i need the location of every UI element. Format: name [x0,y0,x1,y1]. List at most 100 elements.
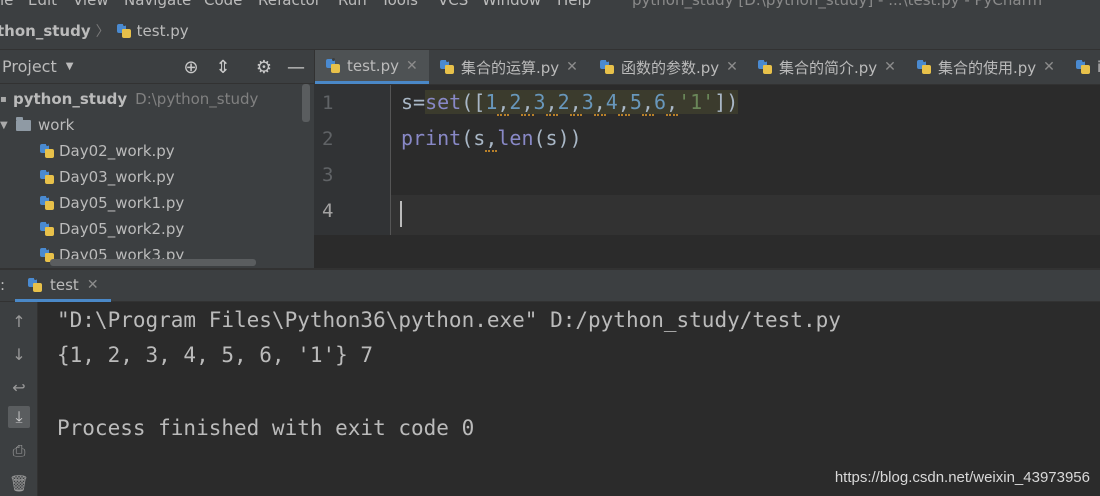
project-panel-header: Project ▼ ⊕ ⇕ ⚙ — [0,50,314,84]
code-editor[interactable]: 1 2 3 4 s=set([1,2,3,2,3,4,5,6,'1']) pri… [314,85,1100,268]
tree-root-name: python_study [13,90,128,108]
arrow-down-icon[interactable]: ↓ [8,343,30,365]
folder-icon [16,116,31,131]
tab-label: 集合的简介.py [779,58,878,77]
menu-vcs[interactable]: VCS [438,0,468,9]
window-title: python_study [D:\python_study] - ...\tes… [632,0,1043,9]
close-icon[interactable]: ✕ [406,58,418,74]
breadcrumb-file[interactable]: test.py [137,22,189,40]
tree-file-label: Day03_work.py [59,168,175,186]
run-panel-header: : test ✕ [0,270,1100,302]
project-tree: ▪ python_study D:\python_study ▼ work Da… [0,84,314,268]
breadcrumb: thon_study 〉 test.py [0,12,1100,50]
text-caret [400,201,402,227]
menu-edit[interactable]: Edit [28,0,57,9]
breadcrumb-separator-icon: 〉 [95,23,110,40]
tab-test-py[interactable]: test.py ✕ [315,50,429,84]
tree-item-file[interactable]: Day05_work1.py [39,190,184,216]
close-icon[interactable]: ✕ [1043,59,1055,75]
close-icon[interactable]: ✕ [566,59,578,75]
menu-refactor[interactable]: Refactor [258,0,321,9]
tab-set-usage[interactable]: 集合的使用.py ✕ [906,50,1065,84]
run-tab-label: test [50,275,79,294]
menu-tools[interactable]: Tools [381,0,418,9]
python-file-icon [757,59,773,75]
run-toolbar: ↑ ↓ ↩ ⤓ ⎙ 🗑 [0,302,38,496]
python-file-icon [599,59,615,75]
tree-item-work-folder[interactable]: ▼ work [0,112,74,138]
line-number: 4 [322,200,334,222]
python-file-icon [1075,59,1091,75]
project-view-selector[interactable]: Project [2,57,57,76]
run-console[interactable]: "D:\Program Files\Python36\python.exe" D… [38,302,1100,496]
code-line-2[interactable]: print(s,len(s)) [401,126,582,152]
close-icon[interactable]: ✕ [726,59,738,75]
menu-view[interactable]: View [73,0,109,9]
python-file-icon [39,143,55,159]
vertical-scrollbar[interactable] [302,84,310,122]
locate-file-icon[interactable]: ⊕ [180,56,202,78]
python-icon [27,276,43,293]
tree-file-label: Day02_work.py [59,142,175,160]
tab-label: test.py [347,56,399,75]
run-tab-test[interactable]: test ✕ [15,270,111,302]
scroll-to-end-icon[interactable]: ⤓ [8,406,30,428]
menu-file[interactable]: le [0,0,13,9]
chevron-down-icon[interactable]: ▼ [66,61,74,72]
watermark-text: https://blog.csdn.net/weixin_43973956 [834,469,1090,486]
menu-run[interactable]: Run [338,0,367,9]
gear-icon[interactable]: ⚙ [253,56,275,78]
tree-item-file[interactable]: Day02_work.py [39,138,175,164]
line-number-gutter: 1 2 3 4 [314,85,391,235]
tab-label: 集合的使用.py [938,58,1037,77]
python-file-icon [439,59,455,75]
line-number: 2 [322,128,334,150]
python-file-icon [325,57,341,74]
tab-overflow[interactable]: i [1065,50,1100,84]
menu-code[interactable]: Code [204,0,242,9]
code-line-1[interactable]: s=set([1,2,3,2,3,4,5,6,'1']) [401,90,739,116]
console-line: {1, 2, 3, 4, 5, 6, '1'} 7 [57,343,374,367]
horizontal-scrollbar[interactable] [50,259,256,266]
tree-file-label: Day05_work2.py [59,220,185,238]
tab-set-intro[interactable]: 集合的简介.py ✕ [747,50,906,84]
arrow-up-icon[interactable]: ↑ [8,310,30,332]
editor-empty-area[interactable] [314,235,1100,268]
collapse-all-icon[interactable]: ⇕ [212,56,234,78]
python-file-icon [116,22,132,39]
project-panel: Project ▼ ⊕ ⇕ ⚙ — ▪ python_study D:\pyth… [0,50,314,268]
tree-root-item[interactable]: ▪ python_study D:\python_study [0,86,258,112]
python-file-icon [916,59,932,75]
tab-label: 函数的参数.py [621,58,720,77]
menu-help[interactable]: Help [557,0,591,9]
tree-file-label: Day05_work1.py [59,194,185,212]
console-line: "D:\Program Files\Python36\python.exe" D… [57,308,841,332]
python-file-icon [39,195,55,211]
print-icon[interactable]: ⎙ [8,440,30,462]
tree-root-path: D:\python_study [135,90,259,108]
trash-icon[interactable]: 🗑 [8,472,30,494]
python-file-icon [39,221,55,237]
tab-label: 集合的运算.py [461,58,560,77]
line-number: 1 [322,92,334,114]
tree-item-file[interactable]: Day03_work.py [39,164,175,190]
hide-panel-icon[interactable]: — [285,56,307,78]
console-line: Process finished with exit code 0 [57,416,475,440]
menu-window[interactable]: Window [482,0,541,9]
tree-folder-label: work [38,116,75,134]
menu-bar: le Edit View Navigate Code Refactor Run … [0,0,1100,12]
breadcrumb-project[interactable]: thon_study [0,22,91,40]
python-file-icon [39,169,55,185]
tab-set-operations[interactable]: 集合的运算.py ✕ [429,50,589,84]
current-line-highlight [391,195,1100,235]
expand-arrow-icon[interactable]: ▼ [0,120,16,131]
soft-wrap-icon[interactable]: ↩ [8,376,30,398]
close-icon[interactable]: ✕ [87,277,99,293]
tree-item-file[interactable]: Day05_work2.py [39,216,184,242]
editor-tab-bar: test.py ✕ 集合的运算.py ✕ 函数的参数.py ✕ 集合的简介.py… [314,50,1100,85]
menu-navigate[interactable]: Navigate [124,0,191,9]
close-icon[interactable]: ✕ [884,59,896,75]
tab-function-params[interactable]: 函数的参数.py ✕ [589,50,747,84]
line-number: 3 [322,164,334,186]
expand-arrow-icon[interactable]: ▪ [0,94,12,105]
